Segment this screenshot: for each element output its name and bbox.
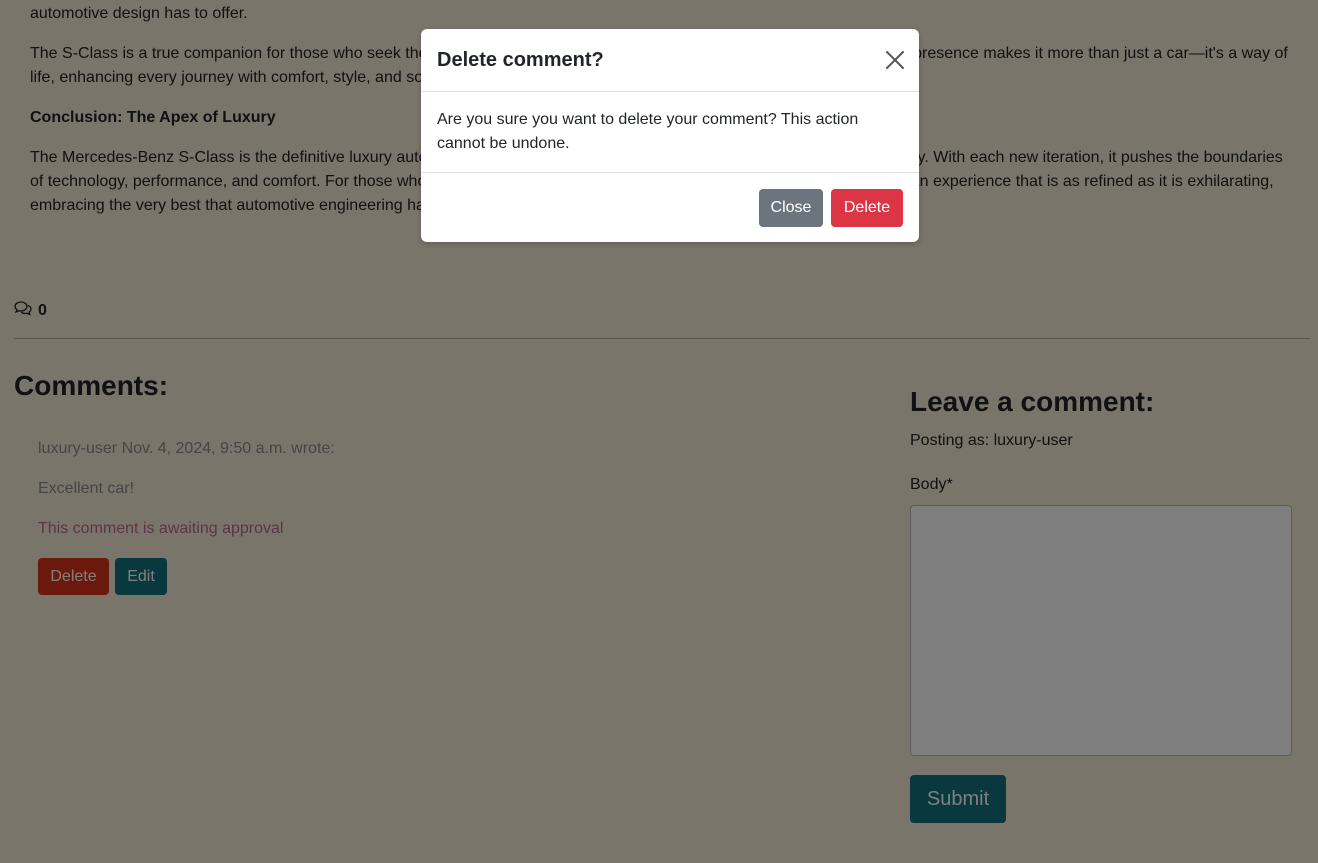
- modal-body: Are you sure you want to delete your com…: [437, 111, 859, 152]
- modal-close-button[interactable]: Close: [759, 189, 823, 227]
- close-icon[interactable]: [885, 50, 905, 70]
- modal-footer: Close Delete: [421, 172, 919, 243]
- delete-comment-modal: Delete comment? Are you sure you want to…: [421, 29, 919, 242]
- modal-actions: Close Delete: [759, 189, 903, 227]
- modal-title: Delete comment?: [437, 49, 604, 71]
- modal-delete-button[interactable]: Delete: [831, 189, 903, 227]
- modal-header: Delete comment?: [421, 29, 919, 92]
